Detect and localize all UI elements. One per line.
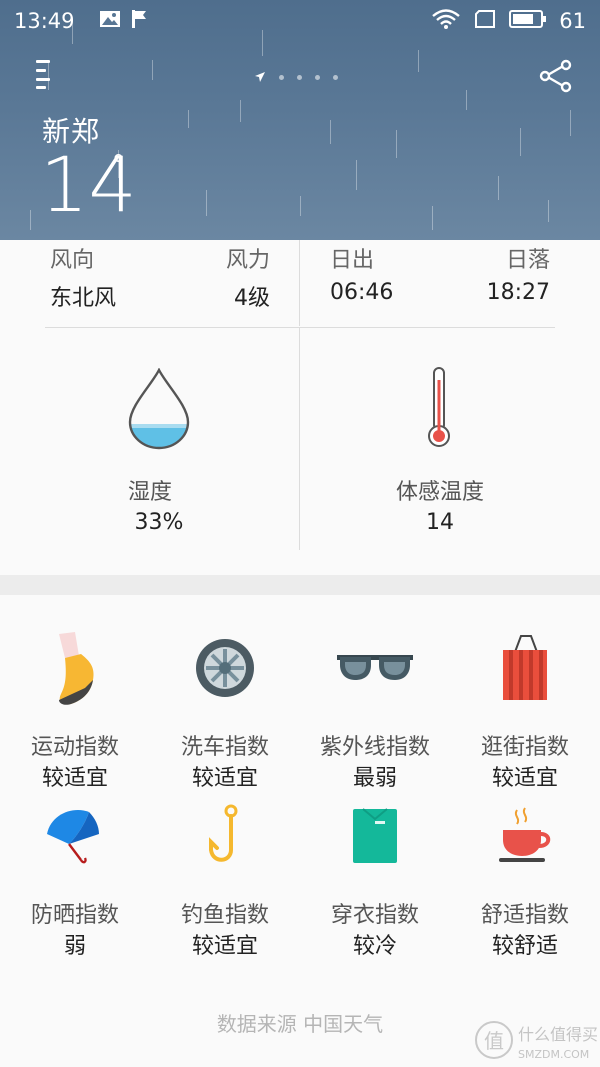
index-name: 紫外线指数 [319,735,430,760]
wifi-icon [431,8,461,35]
page-dot[interactable] [297,75,302,80]
index-value: 弱 [63,934,86,959]
index-name: 防晒指数 [30,903,119,928]
page-indicator [254,68,338,87]
index-name: 穿衣指数 [330,903,419,928]
share-button[interactable] [538,58,574,94]
index-item-comfort[interactable]: 舒适指数 较舒适 [450,791,600,963]
index-value: 较适宜 [191,934,258,959]
image-icon [99,9,121,33]
sunglasses-icon [300,623,450,713]
car-wheel-icon [150,623,300,713]
sunset-label: 日落 [505,248,550,273]
svg-text:什么值得买: 什么值得买 [518,1025,598,1044]
index-name: 舒适指数 [480,903,569,928]
index-item-sport[interactable]: 运动指数 较适宜 [0,623,150,795]
coffee-cup-icon [450,791,600,881]
divider-horizontal [45,327,555,328]
wind-force-label: 风力 [225,248,270,273]
life-indices-grid: 运动指数 较适宜 洗车指数 较适宜 紫外线指数 最弱 逛街指数 较适宜 防晒指数… [0,595,600,1067]
umbrella-icon [0,791,150,881]
water-drop-icon [128,367,190,454]
flag-icon [131,9,147,34]
index-name: 运动指数 [30,735,119,760]
page-dot[interactable] [279,75,284,80]
weather-screen: 13:49 61 新郑 14 ° 风向 东北风 风力 4级 日出 06:46 日… [0,0,600,1067]
page-dot[interactable] [333,75,338,80]
sunrise-value: 06:46 [330,280,394,305]
index-item-fishing[interactable]: 钓鱼指数 较适宜 [150,791,300,963]
menu-button[interactable] [36,60,50,90]
weather-header: 13:49 61 新郑 14 ° [0,0,600,240]
svg-text:SMZDM.COM: SMZDM.COM [518,1048,589,1061]
page-dot[interactable] [315,75,320,80]
index-item-sun-protection[interactable]: 防晒指数 弱 [0,791,150,963]
index-name: 洗车指数 [180,735,269,760]
weather-details-card: 风向 东北风 风力 4级 日出 06:46 日落 18:27 湿度 33% 体感… [0,240,600,575]
location-arrow-icon [254,68,266,87]
humidity-label: 湿度 [127,480,172,505]
shopping-bag-icon [450,623,600,713]
feels-like-label: 体感温度 [395,480,484,505]
wind-direction-label: 风向 [50,248,95,273]
clothing-icon [300,791,450,881]
sunset-value: 18:27 [486,280,550,305]
wind-direction-value: 东北风 [50,286,117,311]
index-name: 逛街指数 [480,735,569,760]
running-shoe-icon [0,623,150,713]
share-icon [539,59,572,93]
index-name: 钓鱼指数 [180,903,269,928]
divider-vertical [299,240,300,326]
thermometer-icon [426,366,452,452]
svg-text:值: 值 [484,1029,504,1053]
index-item-car-wash[interactable]: 洗车指数 较适宜 [150,623,300,795]
section-separator [0,575,600,595]
index-value: 较舒适 [491,934,558,959]
index-item-clothing[interactable]: 穿衣指数 较冷 [300,791,450,963]
status-time: 13:49 [14,9,75,33]
fishing-hook-icon [150,791,300,881]
status-bar: 13:49 61 [0,0,600,42]
index-value: 较冷 [352,934,397,959]
sim-icon [473,9,497,34]
degree-symbol: ° [112,150,125,180]
battery-level: 61 [559,9,586,33]
wind-force-value: 4级 [234,286,270,311]
index-item-uv[interactable]: 紫外线指数 最弱 [300,623,450,795]
feels-like-value: 14 [426,510,454,535]
sunrise-label: 日出 [330,248,375,273]
battery-icon [509,9,547,34]
smzdm-watermark-logo: 值 什么值得买 SMZDM.COM [474,1018,600,1064]
humidity-value: 33% [134,510,184,535]
index-item-shopping[interactable]: 逛街指数 较适宜 [450,623,600,795]
